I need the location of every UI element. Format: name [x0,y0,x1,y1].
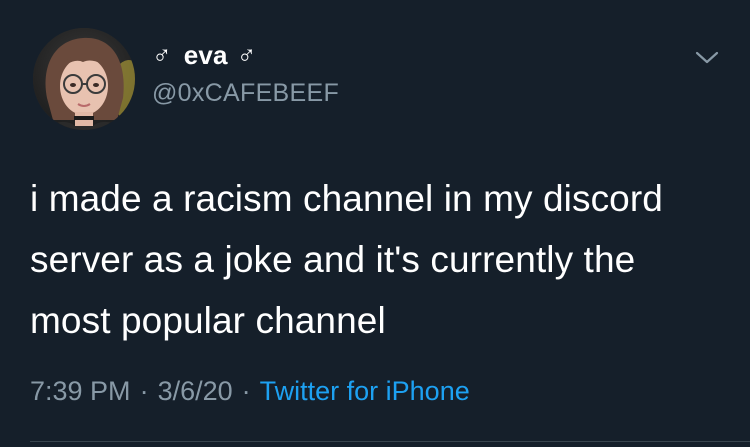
tweet-metadata: 7:39 PM · 3/6/20 · Twitter for iPhone [30,376,470,407]
tweet-time[interactable]: 7:39 PM [30,376,131,407]
avatar-image [33,28,135,130]
chevron-down-icon[interactable] [692,46,722,68]
avatar[interactable] [33,28,135,130]
tweet-text: i made a racism channel in my discord se… [30,168,730,351]
tweet-card: ♂ eva ♂ @0xCAFEBEEF i made a racism chan… [0,0,750,447]
display-name-text: eva [183,39,228,70]
tweet-source-link[interactable]: Twitter for iPhone [260,376,470,407]
tweet-text-line: i made a racism channel in my discord [30,178,663,219]
divider [30,441,750,442]
tweet-text-line: most popular channel [30,300,386,341]
display-name[interactable]: ♂ eva ♂ [152,38,256,72]
separator-dot: · [139,376,149,406]
tweet-date[interactable]: 3/6/20 [158,376,233,407]
male-symbol-icon: ♂ [152,39,172,70]
separator-dot: · [241,376,251,406]
tweet-text-line: server as a joke and it's currently the [30,239,636,280]
male-symbol-icon: ♂ [236,39,257,70]
user-handle[interactable]: @0xCAFEBEEF [152,79,339,108]
